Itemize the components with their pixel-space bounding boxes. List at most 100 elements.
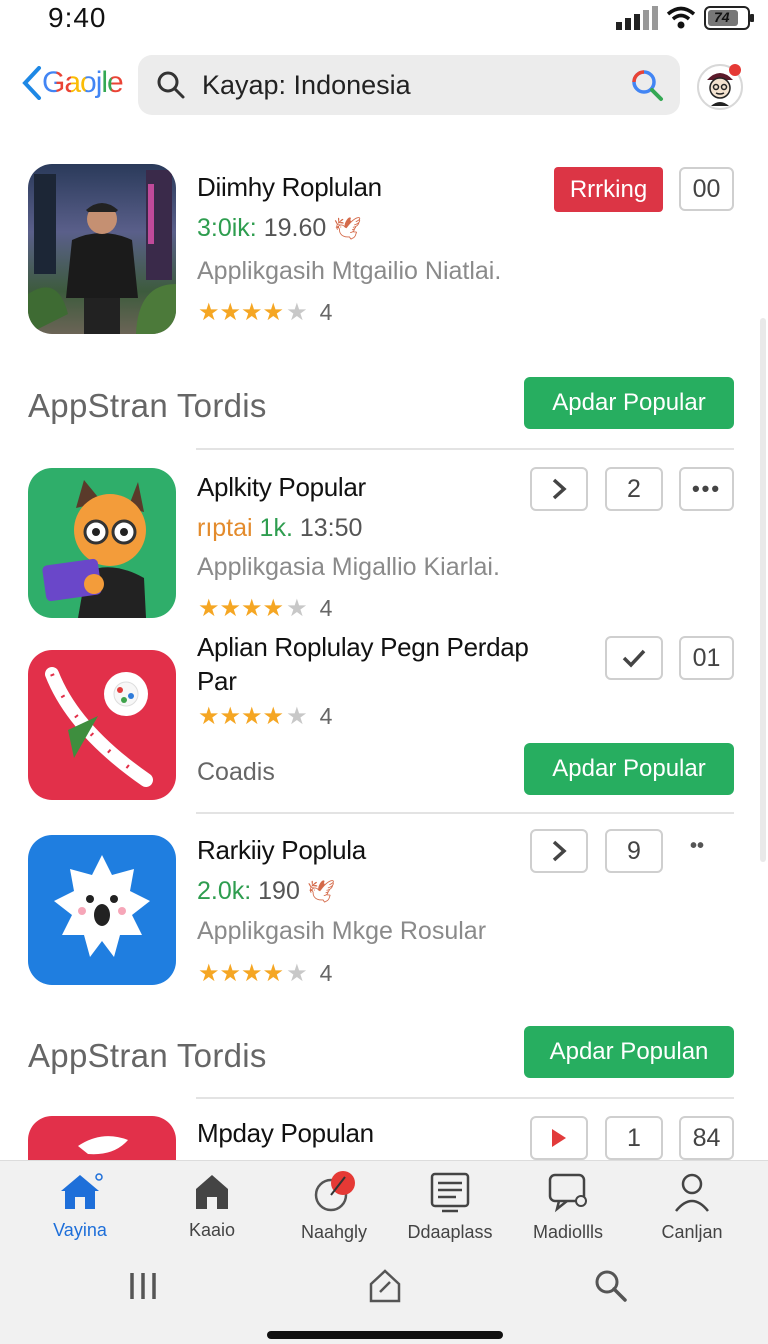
- featured-app-subtitle: Applikgasih Mtgailio Niatlai.: [197, 257, 502, 285]
- rating-value: 4: [319, 703, 333, 729]
- monitor-list-icon: [430, 1172, 470, 1213]
- section-action-button[interactable]: Apdar Populan: [524, 1026, 734, 1078]
- featured-app-thumbnail: [28, 164, 176, 334]
- tab-ddaaplass[interactable]: Ddaaplass: [386, 1171, 514, 1243]
- status-time: 9:40: [48, 2, 107, 33]
- home-indicator[interactable]: [267, 1331, 503, 1339]
- count-button-2[interactable]: 84: [679, 1116, 734, 1160]
- open-button[interactable]: [530, 829, 588, 873]
- home-icon: [61, 1173, 103, 1209]
- status-icons: 74: [616, 6, 754, 30]
- scrollbar[interactable]: [760, 318, 766, 862]
- open-button[interactable]: [530, 467, 588, 511]
- tab-label: Vayina: [53, 1220, 107, 1240]
- app-caption: Coadis: [197, 758, 275, 786]
- app-rating: ★★★★ ★ 4: [198, 702, 332, 731]
- ranking-button[interactable]: Rrrking: [554, 167, 663, 212]
- person-photo-icon: [28, 170, 176, 334]
- count-button[interactable]: 2: [605, 467, 663, 511]
- app-meta-value: 13:50: [299, 514, 363, 542]
- search-input[interactable]: Kayap: Indonesia: [202, 70, 411, 101]
- more-button[interactable]: ••: [690, 835, 704, 858]
- notification-dot: [729, 64, 741, 76]
- more-button[interactable]: •••: [679, 467, 734, 511]
- count-button[interactable]: 1: [605, 1116, 663, 1160]
- home-nav-icon[interactable]: [368, 1268, 402, 1304]
- count-button[interactable]: 01: [679, 636, 734, 680]
- divider: [196, 1097, 734, 1099]
- status-bar: 9:40 74: [0, 0, 768, 40]
- star-empty-icon: ★: [286, 703, 308, 730]
- app-title[interactable]: Rarkiiy Poplula: [197, 835, 366, 866]
- featured-app-item[interactable]: Diimhy Roplulan 3:0ik: 19.60 🕊 Applikgas…: [0, 160, 768, 340]
- app-rating: ★★★★ ★ 4: [198, 594, 332, 623]
- search-bar[interactable]: Kayap: Indonesia: [138, 55, 680, 115]
- app-rating: ★★★★ ★ 4: [198, 959, 332, 988]
- app-meta-value: 190: [258, 877, 300, 905]
- google-lens-search-icon[interactable]: [630, 68, 664, 102]
- app-meta-green: 2.0k:: [197, 877, 252, 905]
- profile-avatar[interactable]: [697, 64, 743, 110]
- check-button[interactable]: [605, 636, 663, 680]
- app-thumbnail: [28, 468, 176, 618]
- google-logo-text: Gaojle: [42, 66, 124, 99]
- tab-naahgly[interactable]: Naahgly: [270, 1171, 398, 1243]
- featured-count-button[interactable]: 00: [679, 167, 734, 211]
- star-icon: ★★★★: [198, 595, 285, 622]
- app-list-item[interactable]: Aplian Roplulay Pegn Perdap Par ★★★★ ★ 4 …: [0, 630, 768, 810]
- app-list-item[interactable]: Mpday Populan 1 84: [0, 1110, 768, 1160]
- check-icon: [622, 649, 646, 668]
- app-logo-icon: [78, 1136, 128, 1155]
- featured-meta-value: 19.60: [263, 214, 327, 242]
- app-thumbnail: [28, 1116, 176, 1160]
- app-title[interactable]: Aplian Roplulay Pegn Perdap: [197, 632, 529, 663]
- count-button[interactable]: 9: [605, 829, 663, 873]
- featured-app-rating: ★★★★ ★ 4: [198, 298, 332, 327]
- star-icon: ★★★★: [198, 299, 285, 326]
- app-list-item[interactable]: Rarkiiy Poplula 2.0k: 190 🕊 Applikgasih …: [0, 825, 768, 995]
- chevron-left-icon: [22, 66, 41, 100]
- app-title-line2[interactable]: Par: [197, 666, 237, 697]
- bottom-tab-bar: Vayina Kaaio Naahgly Ddaaplass Madiollls…: [0, 1160, 768, 1248]
- star-empty-icon: ★: [286, 960, 308, 987]
- chevron-right-icon: [552, 478, 567, 500]
- rating-value: 4: [319, 960, 333, 986]
- featured-meta-green: 3:0ik:: [197, 214, 257, 242]
- tab-canljan[interactable]: Canljan: [628, 1171, 756, 1243]
- search-icon: [157, 71, 185, 99]
- chat-bubble-icon: [548, 1173, 587, 1213]
- section-title: AppStran Tordis: [28, 387, 267, 424]
- featured-app-title[interactable]: Diimhy Roplulan: [197, 172, 382, 203]
- back-button[interactable]: Gaojle: [22, 66, 124, 100]
- more-dots-icon: •••: [691, 476, 722, 501]
- tab-home[interactable]: Vayina: [16, 1171, 144, 1241]
- signal-icon: [616, 6, 658, 30]
- house-icon: [196, 1175, 228, 1209]
- section-action-button[interactable]: Apdar Popular: [524, 377, 734, 429]
- app-header: Gaojle Kayap: Indonesia: [0, 50, 768, 126]
- tab-label: Naahgly: [300, 1222, 368, 1242]
- tab-kaaio[interactable]: Kaaio: [148, 1171, 276, 1241]
- app-meta-green: 1k.: [259, 514, 293, 542]
- cartoon-cat-icon: [42, 480, 146, 618]
- app-meta-orange: rıptai: [197, 514, 253, 542]
- battery-icon: 74: [704, 6, 754, 30]
- tab-label: Kaaio: [188, 1220, 236, 1240]
- battery-label: 74: [714, 9, 730, 25]
- app-title[interactable]: Aplkity Popular: [197, 472, 366, 503]
- tab-madiollls[interactable]: Madiollls: [504, 1171, 632, 1243]
- divider: [196, 812, 734, 814]
- star-empty-icon: ★: [286, 299, 308, 326]
- app-thumbnail: [28, 835, 176, 985]
- app-action-button[interactable]: Apdar Popular: [524, 743, 734, 795]
- rating-value: 4: [319, 595, 333, 621]
- play-button[interactable]: [530, 1116, 588, 1160]
- recent-apps-icon[interactable]: [128, 1270, 158, 1302]
- search-nav-icon[interactable]: [593, 1268, 629, 1304]
- app-meta: rıptai 1k. 13:50: [197, 514, 362, 543]
- app-title[interactable]: Mpday Populan: [197, 1118, 374, 1149]
- bird-icon: 🕊: [333, 216, 362, 241]
- system-nav-bar: [0, 1248, 768, 1344]
- app-list-item[interactable]: Aplkity Popular rıptai 1k. 13:50 Applikg…: [0, 460, 768, 630]
- tab-label: Canljan: [661, 1222, 723, 1242]
